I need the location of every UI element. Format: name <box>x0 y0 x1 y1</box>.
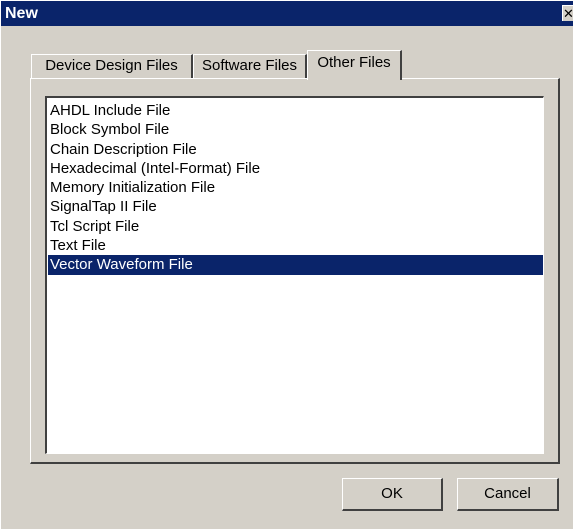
cancel-button[interactable]: Cancel <box>457 478 559 511</box>
list-item[interactable]: AHDL Include File <box>48 101 543 120</box>
list-item[interactable]: Chain Description File <box>48 140 543 159</box>
tab-software-files[interactable]: Software Files <box>193 54 307 79</box>
tab-panel-other-files: AHDL Include File Block Symbol File Chain … <box>30 78 560 464</box>
new-dialog: New ✕ Device Design Files Software Files… <box>0 0 573 529</box>
list-item[interactable]: Text File <box>48 236 543 255</box>
file-type-list[interactable]: AHDL Include File Block Symbol File Chain … <box>45 96 544 454</box>
list-item[interactable]: Block Symbol File <box>48 120 543 139</box>
list-item[interactable]: Hexadecimal (Intel-Format) File <box>48 159 543 178</box>
window-title: New <box>5 5 38 22</box>
title-bar[interactable]: New ✕ <box>1 1 573 26</box>
list-item[interactable]: Tcl Script File <box>48 217 543 236</box>
tab-other-files[interactable]: Other Files <box>307 50 402 80</box>
close-icon: ✕ <box>563 6 573 21</box>
tab-device-design-files[interactable]: Device Design Files <box>31 54 193 79</box>
list-item[interactable]: Vector Waveform File <box>48 255 543 275</box>
list-item[interactable]: SignalTap II File <box>48 197 543 216</box>
close-button[interactable]: ✕ <box>562 5 573 21</box>
list-item[interactable]: Memory Initialization File <box>48 178 543 197</box>
ok-button[interactable]: OK <box>342 478 443 511</box>
